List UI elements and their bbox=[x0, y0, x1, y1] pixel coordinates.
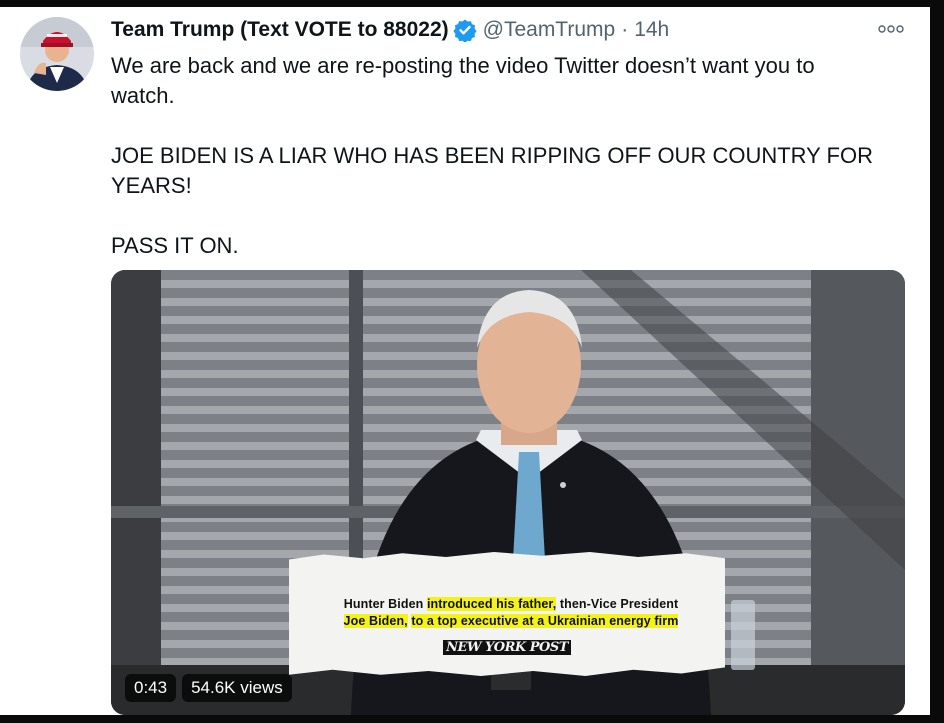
tweet-paragraph: JOE BIDEN IS A LIAR WHO HAS BEEN RIPPING… bbox=[111, 143, 873, 198]
tweet-card: Team Trump (Text VOTE to 88022) @TeamTru… bbox=[0, 7, 930, 715]
news-caption-text: Hunter Biden introduced his father, then… bbox=[311, 596, 711, 630]
caption-highlight: Joe Biden, bbox=[343, 614, 408, 628]
handle[interactable]: @TeamTrump bbox=[483, 15, 616, 45]
timestamp[interactable]: 14h bbox=[634, 15, 669, 45]
verified-badge-icon bbox=[453, 19, 477, 42]
tweet-header: Team Trump (Text VOTE to 88022) @TeamTru… bbox=[111, 15, 870, 45]
caption-highlight: to a top executive at a Ukrainian energy… bbox=[411, 614, 679, 628]
video-player[interactable]: Hunter Biden introduced his father, then… bbox=[111, 270, 905, 715]
tweet-paragraph: We are back and we are re-posting the vi… bbox=[111, 53, 815, 108]
video-duration: 0:43 bbox=[125, 674, 177, 702]
display-name[interactable]: Team Trump (Text VOTE to 88022) bbox=[111, 15, 449, 45]
caption-segment: Hunter Biden bbox=[343, 597, 427, 611]
tweet-paragraph: PASS IT ON. bbox=[111, 233, 239, 258]
more-options-icon[interactable] bbox=[876, 19, 906, 39]
tweet-text: We are back and we are re-posting the vi… bbox=[111, 51, 891, 291]
logo-text: NEW YORK POST bbox=[443, 640, 571, 655]
caption-highlight: introduced his father, bbox=[426, 597, 557, 611]
separator-dot: · bbox=[621, 18, 629, 41]
new-york-post-logo: NEW YORK POST bbox=[289, 640, 725, 655]
avatar[interactable] bbox=[20, 17, 94, 91]
video-overlay: 0:43 54.6K views bbox=[125, 671, 292, 705]
news-caption-card: Hunter Biden introduced his father, then… bbox=[289, 552, 725, 676]
view-count: 54.6K views bbox=[182, 674, 292, 702]
caption-segment: then-Vice President bbox=[556, 597, 679, 611]
